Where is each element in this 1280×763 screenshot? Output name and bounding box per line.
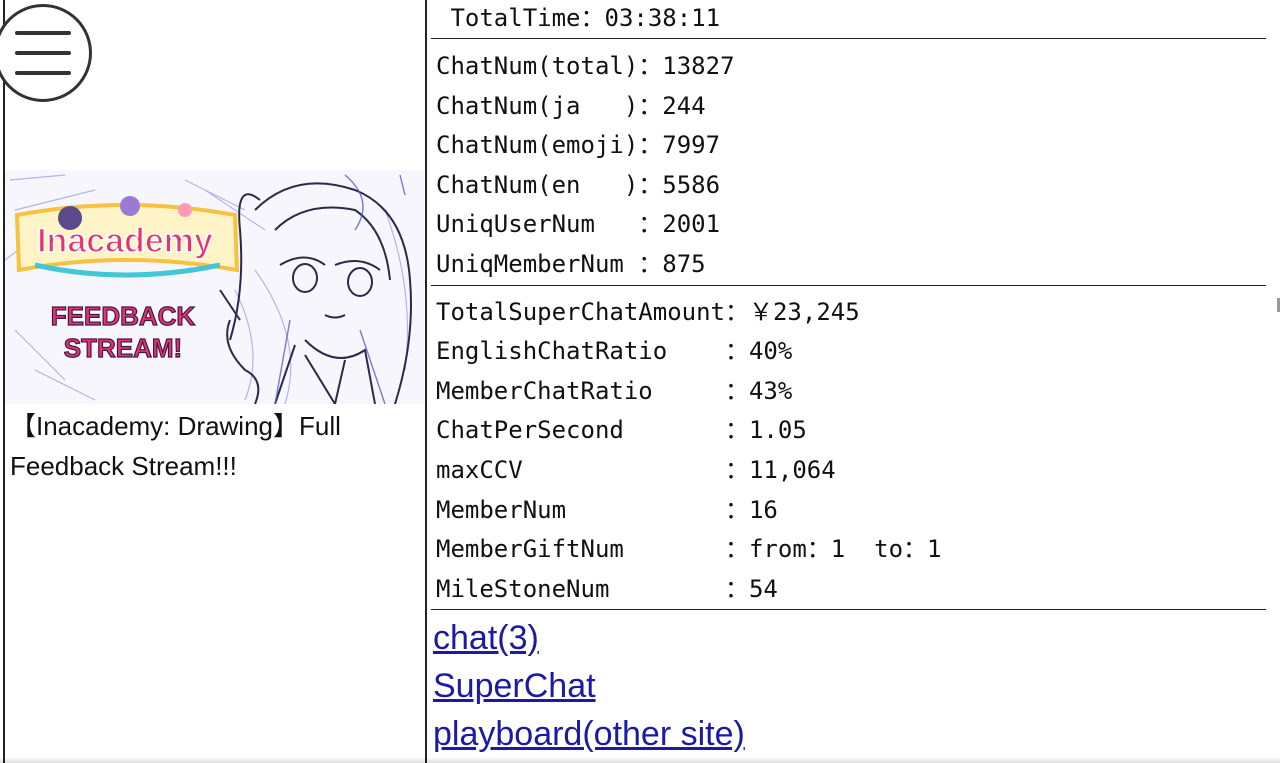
divider [431,285,1266,286]
svg-text:STREAM!: STREAM! [64,333,182,363]
video-title[interactable]: 【Inacademy: Drawing】Full Feedback Stream… [10,406,410,486]
bottom-shade [0,757,1280,763]
superchat-link[interactable]: SuperChat [433,662,596,710]
stat-member-ratio: MemberChatRatio ：43% [436,377,793,405]
stat-max-ccv: maxCCV ：11,064 [436,456,836,484]
stat-superchat-amount: TotalSuperChatAmount：￥23,245 [436,298,860,326]
stat-chat-en: ChatNum(en )：5586 [436,171,721,199]
stat-chat-per-second: ChatPerSecond ：1.05 [436,416,807,444]
stats-panel: TotalTime：03:38:11 ChatNum(total)：13827 … [429,0,1267,763]
stat-chat-total: ChatNum(total)：13827 [436,52,735,80]
video-thumbnail[interactable]: Inacademy FEEDBACK STREAM! [5,170,424,404]
playboard-link[interactable]: playboard(other site) [433,710,745,758]
svg-text:FEEDBACK: FEEDBACK [51,301,196,331]
stat-chat-emoji: ChatNum(emoji)：7997 [436,131,721,159]
svg-text:Inacademy: Inacademy [37,222,213,260]
stat-member-gift: MemberGiftNum ：from：1 to：1 [436,535,942,563]
stat-uniq-member: UniqMemberNum ：875 [436,250,706,278]
chat-link[interactable]: chat(3) [433,614,539,662]
divider [431,609,1266,610]
stat-chat-ja: ChatNum(ja )：244 [436,92,706,120]
stat-english-ratio: EnglishChatRatio ：40% [436,337,793,365]
total-time: TotalTime：03:38:11 [436,4,721,32]
divider [431,38,1266,39]
stat-member-num: MemberNum ：16 [436,496,778,524]
thumbnail-illustration: Inacademy FEEDBACK STREAM! [5,170,424,404]
stat-uniq-user: UniqUserNum ：2001 [436,210,721,238]
stat-milestone: MileStoneNum ：54 [436,575,778,603]
